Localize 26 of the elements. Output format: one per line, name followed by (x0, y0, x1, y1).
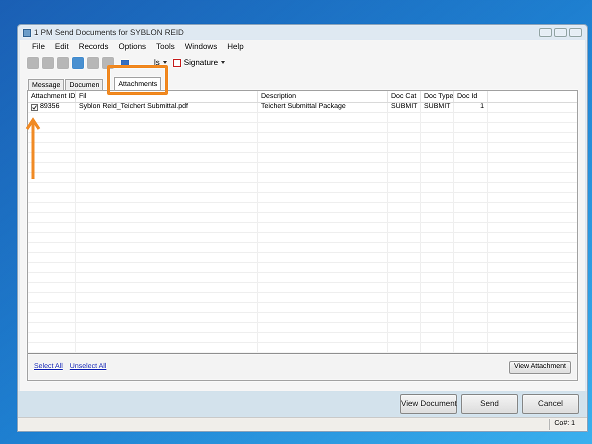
checkbox[interactable] (31, 104, 38, 111)
caret-icon[interactable] (221, 61, 226, 64)
close-icon[interactable] (569, 28, 582, 37)
menu-item[interactable]: Help (227, 41, 244, 53)
menu-item[interactable]: File (32, 41, 45, 53)
caret-icon[interactable] (162, 61, 167, 64)
menu-item[interactable]: Options (118, 41, 146, 53)
signature-dropdown[interactable]: Signature (184, 56, 218, 68)
dialog-button[interactable]: View Document (400, 394, 457, 414)
menu-item[interactable]: Records (78, 41, 108, 53)
maximize-icon[interactable] (554, 28, 567, 37)
minimize-icon[interactable] (539, 28, 552, 37)
window-title: 1 PM Send Documents for SYBLON REID (34, 26, 185, 38)
checkmark-icon (32, 105, 37, 110)
signature-icon (172, 58, 181, 66)
dialog-button[interactable]: Send (461, 394, 518, 414)
app-icon (23, 28, 31, 36)
menu-item[interactable]: Edit (54, 41, 69, 53)
dialog-button[interactable]: Cancel (522, 394, 579, 414)
partial-label[interactable]: ls (154, 56, 160, 68)
document-icon[interactable] (27, 56, 39, 68)
menu-item[interactable]: Tools (156, 41, 175, 53)
menu-item[interactable]: Windows (184, 41, 218, 53)
arrow-annotation (25, 117, 41, 181)
calculator-icon[interactable] (72, 56, 84, 68)
highlight-frame (107, 65, 168, 95)
